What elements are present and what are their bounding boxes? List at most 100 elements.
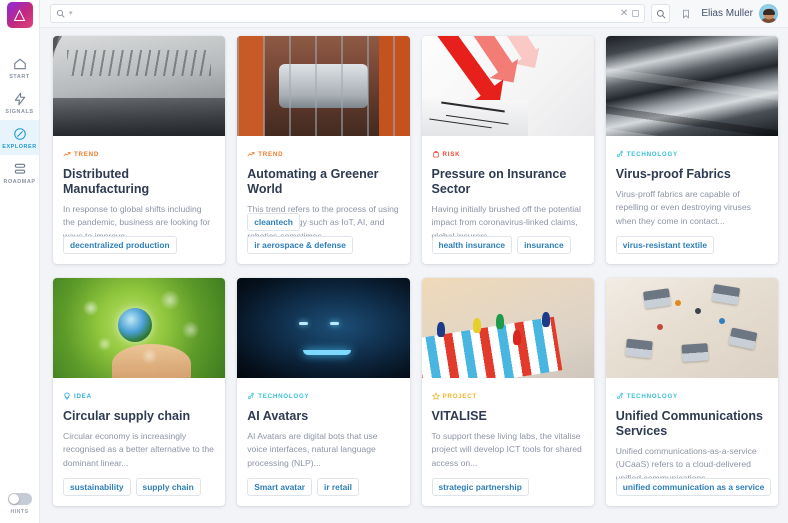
card-tag[interactable]: cleantech: [247, 213, 300, 231]
compass-icon: [13, 127, 27, 141]
search-box[interactable]: ▾ ✕: [50, 4, 646, 23]
card-tags: virus-resistant textile: [606, 236, 778, 264]
app-logo[interactable]: [6, 2, 33, 28]
content-card[interactable]: IDEA Circular supply chain Circular econom…: [53, 278, 226, 506]
card-tag[interactable]: insurance: [517, 236, 571, 254]
card-description: AI Avatars are digital bots that use voi…: [247, 431, 378, 468]
network-node-icon: [247, 387, 255, 405]
bookmark-button[interactable]: [676, 4, 695, 23]
card-tags: decentralized production: [53, 236, 225, 264]
explorer-content: TREND Distributed Manufacturing In respons…: [40, 28, 788, 523]
card-tag[interactable]: virus-resistant textile: [615, 236, 714, 254]
user-avatar[interactable]: [759, 4, 778, 23]
card-badge: IDEA: [63, 387, 215, 405]
card-body: TECHNOLOGY Virus-proof Fabrics Virus-proff…: [606, 136, 778, 236]
sidebar-nav: START SIGNALS EXPLORER ROADMAP: [0, 50, 39, 190]
card-badge: TREND: [247, 145, 399, 163]
card-body: TECHNOLOGY Unified Communications Service…: [606, 378, 778, 483]
card-badge-label: TECHNOLOGY: [626, 150, 678, 158]
clear-x-icon[interactable]: ✕: [620, 8, 628, 19]
content-card[interactable]: PROJECT VITALISE To support these living l…: [421, 278, 594, 506]
expand-box-icon[interactable]: [632, 10, 640, 17]
card-tag[interactable]: Smart avatar: [247, 478, 312, 496]
search-button[interactable]: [651, 4, 671, 23]
card-badge-label: TREND: [258, 150, 284, 158]
card-badge-label: RISK: [442, 150, 461, 158]
card-tag[interactable]: health insurance: [431, 236, 513, 254]
content-card[interactable]: TECHNOLOGY AI Avatars AI Avatars are digit…: [237, 278, 410, 506]
card-grid: TREND Distributed Manufacturing In respons…: [53, 36, 778, 506]
card-title: Pressure on Insurance Sector: [431, 167, 567, 196]
card-body: TREND Distributed Manufacturing In respons…: [53, 136, 225, 241]
layers-icon: [13, 162, 27, 176]
sidebar-item-roadmap[interactable]: ROADMAP: [0, 155, 39, 190]
sidebar-item-explorer[interactable]: EXPLORER: [0, 120, 39, 155]
sidebar-item-label: ROADMAP: [3, 179, 36, 185]
card-badge-label: TECHNOLOGY: [258, 392, 310, 400]
app-root: START SIGNALS EXPLORER ROADMAP HINTS ▾ ✕: [0, 0, 788, 523]
main-area: ▾ ✕ Elias Muller TREND Distributed Manuf…: [40, 0, 788, 523]
card-tags: health insurance insurance: [422, 236, 594, 264]
topbar: ▾ ✕ Elias Muller: [40, 0, 788, 28]
lightning-icon: [13, 92, 27, 106]
card-badge-label: PROJECT: [442, 392, 477, 400]
card-description: To support these living labs, the vitali…: [431, 431, 582, 468]
lightbulb-icon: [63, 387, 71, 405]
hints-toggle[interactable]: [7, 493, 32, 505]
card-tags: cleantech ir aerospace & defense: [237, 213, 409, 264]
card-title: Circular supply chain: [63, 409, 191, 423]
card-badge-label: TECHNOLOGY: [626, 392, 678, 400]
card-badge: TECHNOLOGY: [616, 387, 768, 405]
sidebar-item-label: START: [9, 74, 30, 80]
sidebar-item-label: SIGNALS: [5, 109, 34, 115]
content-card[interactable]: TREND Distributed Manufacturing In respons…: [53, 36, 226, 264]
card-tag[interactable]: strategic partnership: [431, 478, 529, 496]
card-tag[interactable]: ir aerospace & defense: [247, 236, 353, 254]
card-title: Unified Communications Services: [615, 409, 763, 438]
sidebar-item-label: EXPLORER: [2, 144, 37, 150]
card-title: Virus-proof Fabrics: [615, 167, 731, 181]
card-tags: unified communication as a service: [606, 478, 778, 506]
robotic-car-assembly-photo: [237, 36, 410, 136]
user-menu[interactable]: Elias Muller: [701, 4, 778, 23]
red-down-arrow-photo: [421, 36, 594, 136]
network-node-icon: [616, 145, 624, 163]
card-body: RISK Pressure on Insurance Sector Having i…: [422, 136, 594, 241]
card-body: TECHNOLOGY AI Avatars AI Avatars are digit…: [237, 378, 409, 478]
search-input[interactable]: [76, 8, 616, 19]
search-icon: [56, 5, 65, 23]
sidebar-item-signals[interactable]: SIGNALS: [0, 85, 39, 120]
card-badge-label: TREND: [74, 150, 100, 158]
trending-up-icon: [247, 145, 255, 163]
factory-machinery-photo: [53, 36, 226, 136]
content-card[interactable]: TREND Automating a Greener World This tren…: [237, 36, 410, 264]
card-badge: PROJECT: [431, 387, 584, 405]
card-tag[interactable]: sustainability: [63, 478, 131, 496]
card-description: Circular economy is increasingly recogni…: [63, 431, 214, 468]
card-tag[interactable]: unified communication as a service: [615, 478, 772, 496]
caret-down-icon[interactable]: ▾: [69, 10, 73, 17]
hints-toggle-group: HINTS: [0, 493, 39, 515]
card-body: PROJECT VITALISE To support these living l…: [422, 378, 594, 478]
card-tags: Smart avatar ir retail: [237, 478, 409, 506]
card-tags: strategic partnership: [422, 478, 594, 506]
card-badge: TREND: [63, 145, 215, 163]
sidebar-item-start[interactable]: START: [0, 50, 39, 85]
card-tag[interactable]: supply chain: [135, 478, 201, 496]
card-title: VITALISE: [431, 409, 487, 423]
card-title: AI Avatars: [247, 409, 309, 423]
draped-fabric-photo: [605, 36, 778, 136]
card-tag[interactable]: decentralized production: [63, 236, 177, 254]
card-description: Virus-proff fabrics are capable of repel…: [615, 189, 751, 226]
card-tag[interactable]: ir retail: [317, 478, 359, 496]
card-badge: TECHNOLOGY: [247, 387, 399, 405]
star-icon: [431, 387, 440, 405]
card-title: Distributed Manufacturing: [63, 167, 150, 196]
green-globe-bubbles-photo: [53, 278, 226, 378]
content-card[interactable]: TECHNOLOGY Virus-proof Fabrics Virus-proff…: [605, 36, 778, 264]
content-card[interactable]: RISK Pressure on Insurance Sector Having i…: [421, 36, 594, 264]
trending-up-icon: [63, 145, 71, 163]
network-node-icon: [616, 387, 624, 405]
content-card[interactable]: TECHNOLOGY Unified Communications Service…: [605, 278, 778, 506]
home-icon: [13, 57, 27, 71]
